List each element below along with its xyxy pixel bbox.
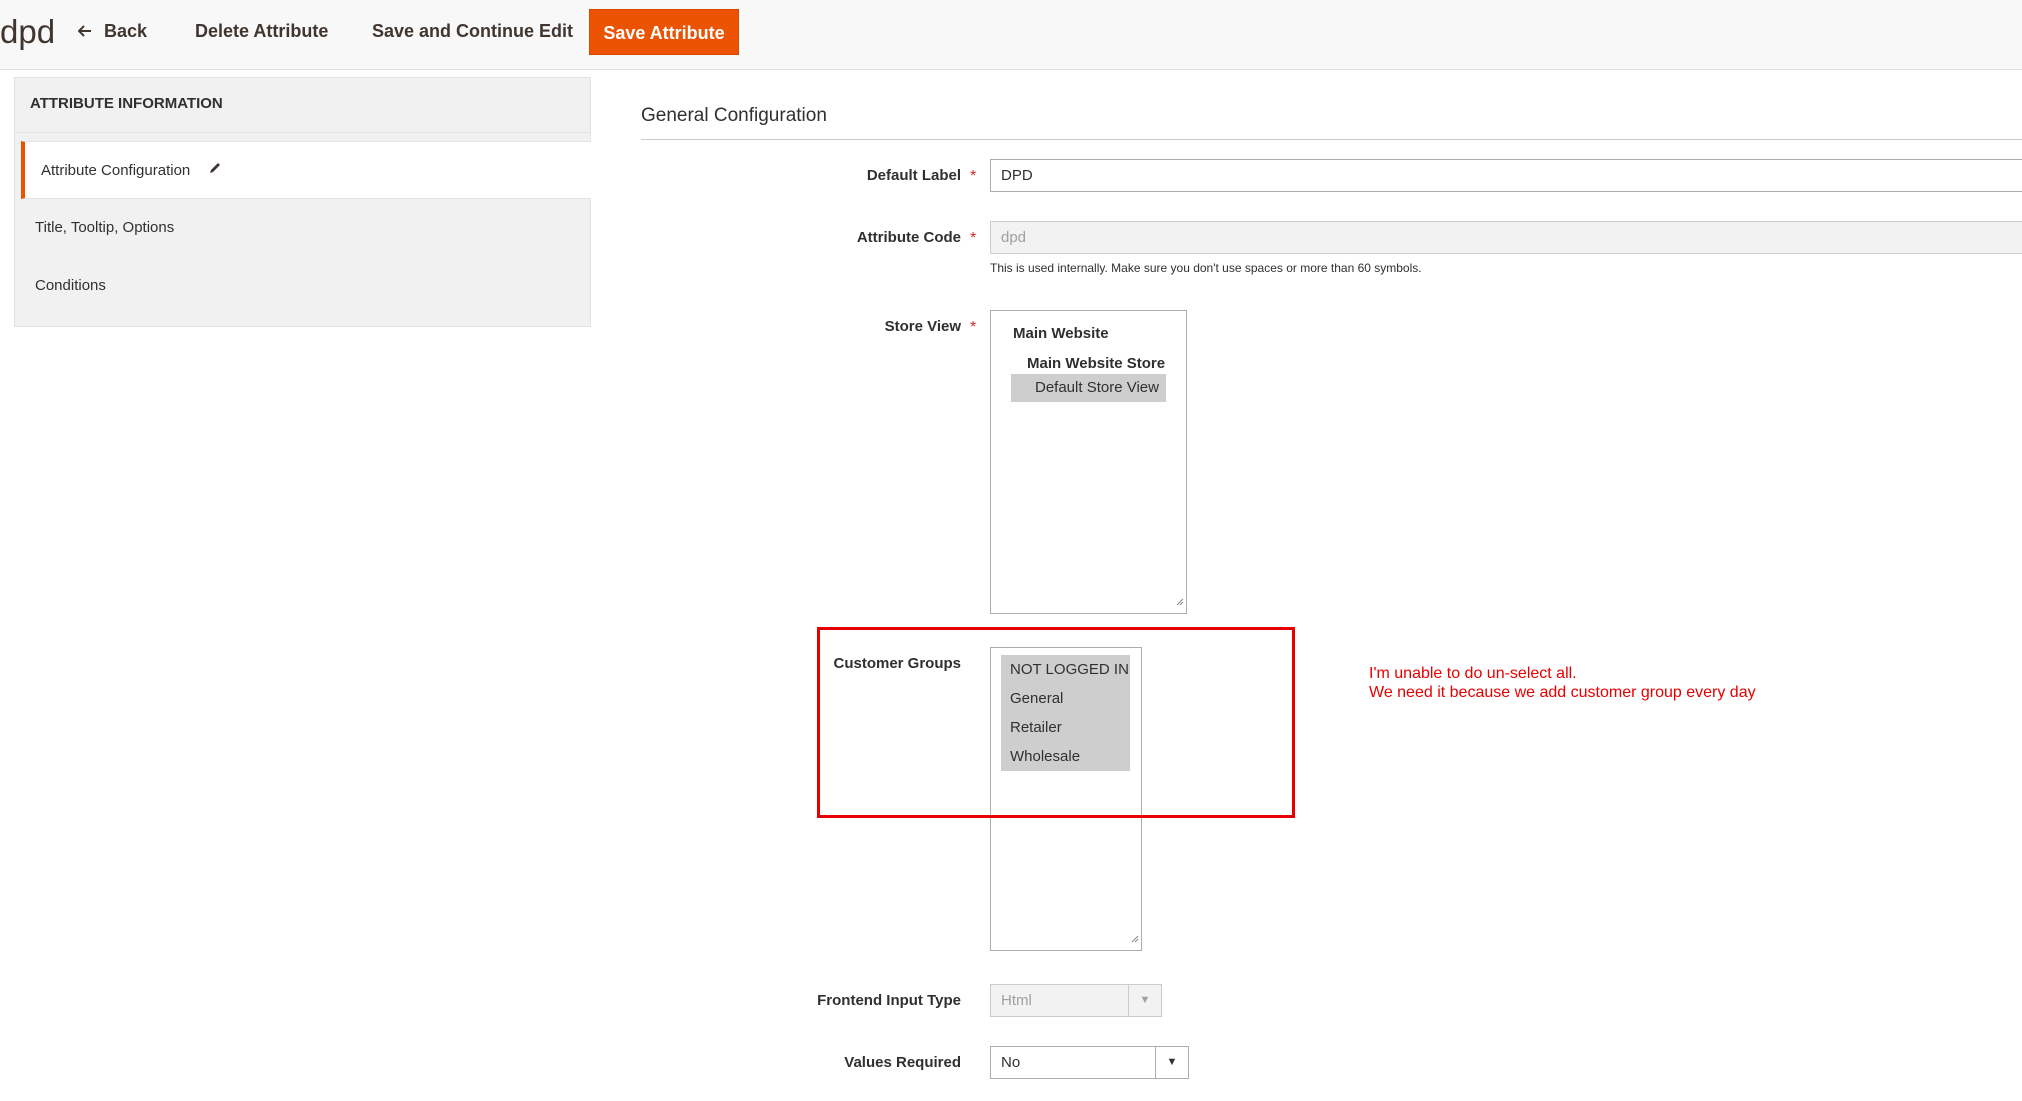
select-value: Html [1001, 992, 1032, 1009]
page-title: dpd [0, 13, 56, 50]
annotation-text: I'm unable to do un-select all. We need … [1369, 664, 1756, 702]
save-attribute-button[interactable]: Save Attribute [589, 9, 739, 55]
page-action-bar: dpd Back Delete Attribute Save and Conti… [0, 0, 2022, 70]
chevron-down-icon: ▼ [1155, 1047, 1188, 1078]
sidebar-item-label: Conditions [35, 277, 106, 294]
values-required-select[interactable]: No ▼ [990, 1046, 1189, 1079]
attribute-code-input[interactable]: dpd [990, 221, 2022, 254]
annotation-highlight-box [817, 627, 1295, 818]
optgroup-main-website: Main Website [1013, 325, 1109, 342]
default-label-input[interactable]: DPD [990, 159, 2022, 192]
sidebar-item-attribute-configuration[interactable]: Attribute Configuration [21, 141, 591, 199]
back-button[interactable]: Back [77, 19, 148, 43]
sidebar-item-label: Attribute Configuration [41, 162, 191, 179]
store-view-label: Store View [884, 318, 961, 335]
sidebar-item-conditions[interactable]: Conditions [15, 257, 590, 315]
arrow-left-icon [77, 19, 92, 43]
attribute-code-note: This is used internally. Make sure you d… [990, 261, 1422, 275]
back-label: Back [104, 21, 148, 41]
chevron-down-icon: ▼ [1128, 985, 1161, 1016]
sidebar-item-title-tooltip-options[interactable]: Title, Tooltip, Options [15, 199, 590, 257]
annotation-line-1: I'm unable to do un-select all. [1369, 665, 1577, 682]
attribute-code-label: Attribute Code [856, 229, 961, 246]
attribute-info-sidebar: ATTRIBUTE INFORMATION Attribute Configur… [14, 77, 591, 327]
frontend-input-type-label: Frontend Input Type [817, 992, 961, 1009]
store-view-multiselect[interactable]: Main Website Main Website Store Default … [990, 310, 1187, 614]
resize-grip-icon[interactable] [1130, 930, 1139, 948]
section-title: General Configuration [641, 105, 827, 126]
annotation-line-2: We need it because we add customer group… [1369, 684, 1756, 701]
optgroup-main-website-store: Main Website Store [1027, 355, 1166, 372]
sidebar-item-label: Title, Tooltip, Options [35, 219, 175, 236]
select-value: No [1001, 1054, 1021, 1071]
save-and-continue-button[interactable]: Save and Continue Edit [372, 19, 573, 43]
option-default-store-view[interactable]: Default Store View [1011, 374, 1166, 402]
pencil-icon [208, 142, 222, 200]
sidebar-title: ATTRIBUTE INFORMATION [15, 78, 590, 133]
required-asterisk: * [970, 230, 977, 247]
default-label-label: Default Label [866, 167, 961, 184]
required-asterisk: * [970, 319, 977, 336]
section-divider [641, 139, 2022, 140]
values-required-label: Values Required [844, 1054, 961, 1071]
delete-attribute-button[interactable]: Delete Attribute [195, 19, 328, 43]
required-asterisk: * [970, 168, 977, 185]
frontend-input-type-select[interactable]: Html ▼ [990, 984, 1162, 1017]
resize-grip-icon[interactable] [1175, 593, 1184, 611]
